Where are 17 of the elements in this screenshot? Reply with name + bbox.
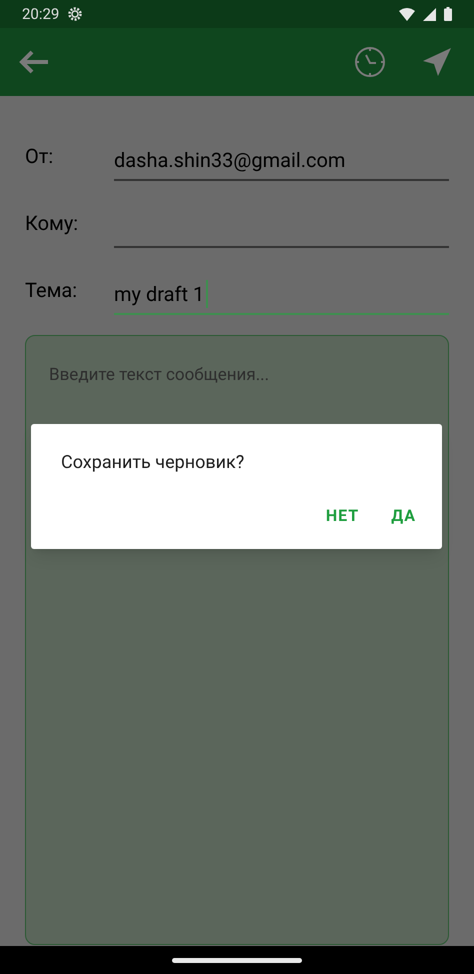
battery-icon — [444, 7, 452, 21]
send-icon[interactable] — [422, 47, 452, 77]
gear-icon — [67, 6, 84, 22]
dialog-title: Сохранить черновик? — [61, 451, 246, 475]
signal-icon — [423, 8, 436, 20]
dialog-button[interactable]: ДА — [379, 498, 428, 534]
clock-icon[interactable] — [354, 46, 386, 78]
dialog-button[interactable]: НЕТ — [314, 498, 372, 534]
home-handle[interactable] — [172, 958, 302, 962]
back-arrow-icon[interactable] — [18, 49, 50, 75]
field-label: От: — [25, 143, 54, 170]
status-time: 20:29 — [22, 4, 60, 25]
wifi-icon — [399, 8, 415, 20]
field-label: Тема: — [25, 277, 78, 304]
field-label: Кому: — [25, 210, 80, 237]
input-field[interactable]: my draft 1 — [114, 275, 449, 315]
input-field[interactable]: dasha.shin33@gmail.com — [114, 141, 449, 181]
